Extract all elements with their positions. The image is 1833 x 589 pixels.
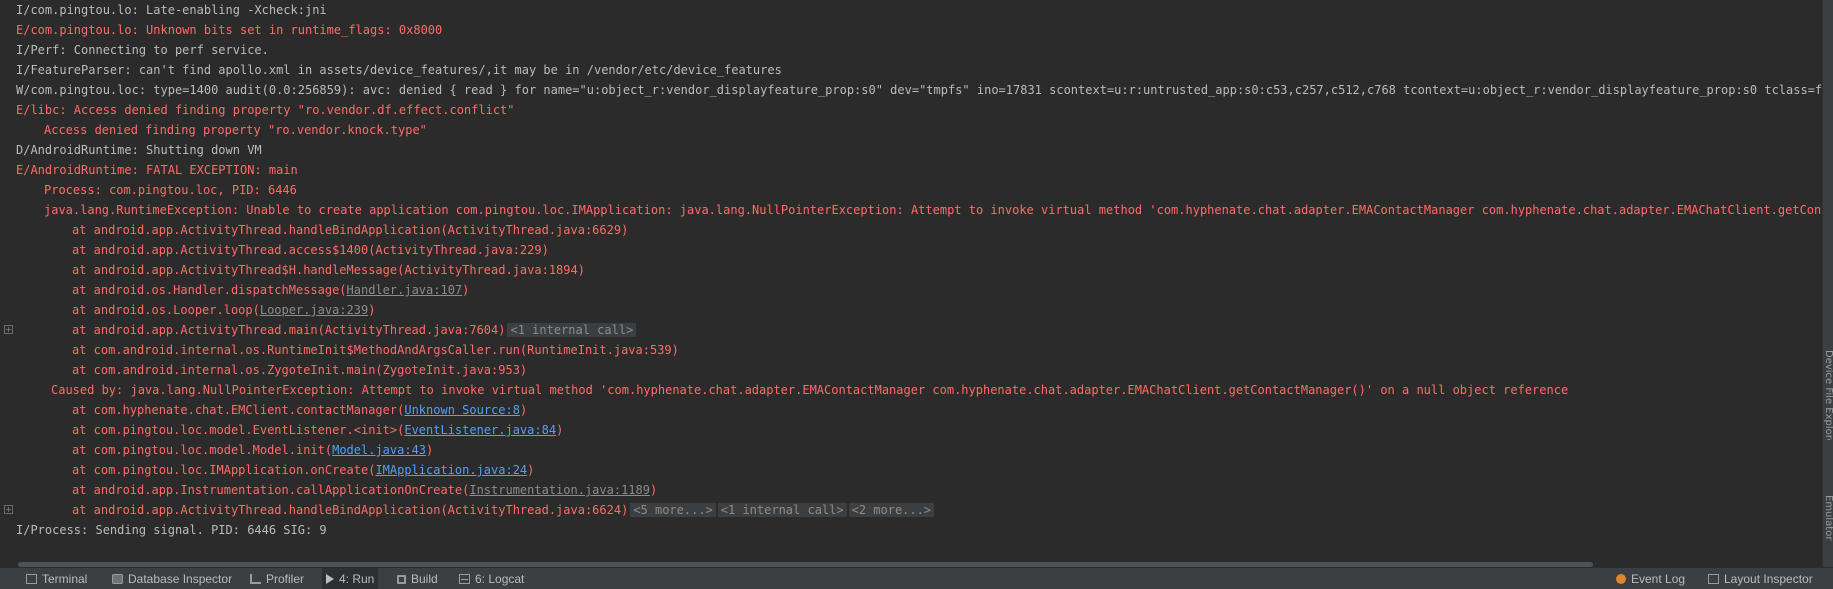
source-link[interactable]: IMApplication.java:24	[375, 463, 527, 477]
source-link[interactable]: Handler.java:107	[347, 283, 463, 297]
folded-calls-badge[interactable]: <5 more...>	[630, 503, 716, 517]
tab-terminal[interactable]: Terminal	[22, 568, 91, 589]
tab-run[interactable]: 4: Run	[322, 568, 379, 589]
stack-frame: at android.app.ActivityThread.access$140…	[72, 243, 549, 257]
frame-text: )	[519, 403, 528, 417]
log-line: W/com.pingtou.loc: type=1400 audit(0.0:2…	[16, 83, 1822, 97]
log-line: java.lang.RuntimeException: Unable to cr…	[44, 203, 1822, 217]
log-line: D/AndroidRuntime: Shutting down VM	[16, 143, 262, 157]
log-line: E/com.pingtou.lo: Unknown bits set in ru…	[16, 23, 443, 37]
caused-by-line: Caused by: java.lang.NullPointerExceptio…	[51, 383, 1569, 397]
tab-logcat[interactable]: 6: Logcat	[455, 568, 528, 589]
profiler-icon	[250, 574, 261, 584]
tab-label: 4: Run	[339, 572, 375, 586]
log-line: I/Perf: Connecting to perf service.	[16, 43, 269, 57]
stack-frame: at com.pingtou.loc.model.Model.init(Mode…	[72, 440, 433, 460]
tab-label: 6: Logcat	[475, 572, 525, 586]
log-line: I/FeatureParser: can't find apollo.xml i…	[16, 63, 782, 77]
stack-frame: at com.hyphenate.chat.EMClient.contactMa…	[72, 400, 527, 420]
frame-text: at android.os.Handler.dispatchMessage(	[72, 283, 347, 297]
stack-frame: at com.pingtou.loc.model.EventListener.<…	[72, 420, 563, 440]
frame-text: )	[527, 463, 535, 477]
tab-layout-inspector[interactable]: Layout Inspector	[1704, 568, 1817, 589]
source-link[interactable]: Model.java:43	[332, 443, 426, 457]
stack-frame: at android.app.ActivityThread$H.handleMe…	[72, 263, 585, 277]
log-line: Process: com.pingtou.loc, PID: 6446	[44, 183, 297, 197]
right-tool-strip: Device File Explorer Emulator	[1822, 0, 1833, 567]
tab-label: Database Inspector	[128, 572, 233, 586]
expand-fold-icon[interactable]: +	[4, 325, 13, 334]
frame-text: )	[649, 483, 658, 497]
log-line: E/AndroidRuntime: FATAL EXCEPTION: main	[16, 163, 298, 177]
layout-inspector-icon	[1708, 574, 1719, 584]
stack-frame: at com.pingtou.loc.IMApplication.onCreat…	[72, 460, 534, 480]
terminal-icon	[26, 574, 37, 584]
folded-calls-badge[interactable]: <1 internal call>	[717, 503, 847, 517]
source-link[interactable]: EventListener.java:84	[404, 423, 556, 437]
source-link[interactable]: Instrumentation.java:1189	[469, 483, 650, 497]
tab-label: Build	[411, 572, 438, 586]
frame-text: )	[462, 283, 470, 297]
frame-text: at com.pingtou.loc.model.EventListener.<…	[72, 423, 405, 437]
tab-label: Profiler	[266, 572, 305, 586]
run-icon	[326, 574, 334, 584]
frame-text: at android.os.Looper.loop(	[72, 303, 260, 317]
frame-text: )	[556, 423, 564, 437]
run-console-output[interactable]: I/com.pingtou.lo: Late-enabling -Xcheck:…	[0, 0, 1822, 567]
stack-frame: at android.os.Looper.loop(Looper.java:23…	[72, 300, 375, 320]
logcat-icon	[459, 574, 470, 584]
tab-label: Terminal	[42, 572, 88, 586]
log-line: I/Process: Sending signal. PID: 6446 SIG…	[16, 523, 327, 537]
stack-frame: at android.app.ActivityThread.main(Activ…	[72, 320, 637, 340]
frame-text: at com.hyphenate.chat.EMClient.contactMa…	[72, 403, 405, 417]
stack-frame: at com.android.internal.os.ZygoteInit.ma…	[72, 363, 528, 377]
frame-text: )	[426, 443, 434, 457]
log-line: I/com.pingtou.lo: Late-enabling -Xcheck:…	[16, 3, 327, 17]
source-link[interactable]: Unknown Source:8	[404, 403, 520, 417]
folded-calls-badge[interactable]: <2 more...>	[848, 503, 935, 517]
android-studio-run-window: I/com.pingtou.lo: Late-enabling -Xcheck:…	[0, 0, 1833, 589]
frame-text: at android.app.ActivityThread.main(Activ…	[72, 323, 506, 337]
expand-fold-icon[interactable]: +	[4, 505, 13, 514]
frame-text: at com.pingtou.loc.IMApplication.onCreat…	[72, 463, 376, 477]
folded-calls-badge[interactable]: <1 internal call>	[507, 323, 637, 337]
build-icon	[397, 575, 406, 584]
device-file-explorer-tab[interactable]: Device File Explorer	[1823, 350, 1833, 440]
source-link[interactable]: Looper.java:239	[260, 303, 368, 317]
tab-profiler[interactable]: Profiler	[246, 568, 308, 589]
database-icon	[112, 574, 123, 584]
frame-text: at android.app.Instrumentation.callAppli…	[72, 483, 470, 497]
frame-text: at android.app.ActivityThread.handleBind…	[72, 503, 629, 517]
log-line: Access denied finding property "ro.vendo…	[44, 123, 427, 137]
tab-label: Event Log	[1631, 572, 1686, 586]
tab-label: Layout Inspector	[1724, 572, 1813, 586]
stack-frame: at android.app.Instrumentation.callAppli…	[72, 480, 657, 500]
bottom-tool-window-bar: Terminal Database Inspector Profiler 4: …	[0, 567, 1833, 589]
log-line: E/libc: Access denied finding property "…	[16, 103, 515, 117]
tab-build[interactable]: Build	[393, 568, 442, 589]
stack-frame: at android.os.Handler.dispatchMessage(Ha…	[72, 280, 469, 300]
event-log-icon	[1616, 574, 1626, 584]
stack-frame: at com.android.internal.os.RuntimeInit$M…	[72, 343, 679, 357]
emulator-tab[interactable]: Emulator	[1823, 495, 1833, 555]
stack-frame: at android.app.ActivityThread.handleBind…	[72, 223, 629, 237]
tab-event-log[interactable]: Event Log	[1612, 568, 1689, 589]
tab-database-inspector[interactable]: Database Inspector	[108, 568, 236, 589]
frame-text: )	[368, 303, 376, 317]
frame-text: at com.pingtou.loc.model.Model.init(	[72, 443, 333, 457]
stack-frame: at android.app.ActivityThread.handleBind…	[72, 500, 935, 520]
